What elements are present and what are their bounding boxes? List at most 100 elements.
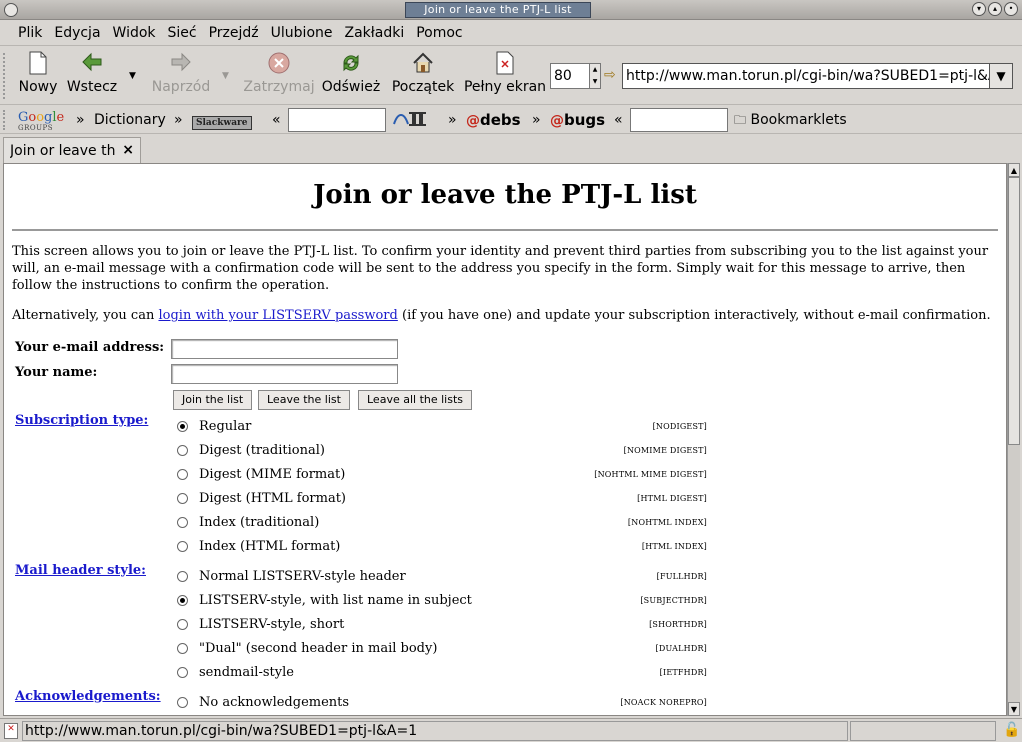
forward-button[interactable]: Naprzód bbox=[148, 51, 214, 101]
maximize-icon[interactable]: ▴ bbox=[988, 2, 1002, 16]
radio-option-code: [NOMIME DIGEST] bbox=[623, 446, 707, 455]
radio-option-code: [SUBJECTHDR] bbox=[640, 596, 707, 605]
vertical-scrollbar[interactable]: ▲ ▼ bbox=[1007, 163, 1020, 716]
radio-button[interactable] bbox=[177, 541, 188, 552]
acknowledgements-link[interactable]: Acknowledgements: bbox=[15, 689, 161, 704]
radio-button[interactable] bbox=[177, 571, 188, 582]
security-lock-icon[interactable]: 🔓 bbox=[1003, 722, 1020, 738]
menu-siec[interactable]: Sieć bbox=[162, 25, 203, 41]
google-groups-bookmark[interactable]: Google GROUPS bbox=[18, 111, 64, 132]
scroll-down-icon[interactable]: ▼ bbox=[1008, 702, 1020, 716]
stop-icon bbox=[266, 51, 292, 77]
home-button[interactable]: Początek bbox=[388, 51, 458, 101]
email-label: Your e-mail address: bbox=[15, 340, 165, 355]
radio-option[interactable]: Digest (HTML format) [HTML DIGEST] bbox=[177, 491, 707, 511]
minimize-icon[interactable]: ▾ bbox=[972, 2, 986, 16]
debs-bookmark[interactable]: @debs bbox=[466, 110, 521, 130]
tab-join-leave[interactable]: Join or leave the PTJ-L list × bbox=[3, 137, 141, 163]
radio-option[interactable]: "Dual" (second header in mail body) [DUAL… bbox=[177, 641, 707, 661]
dictionary-bookmark[interactable]: Dictionary bbox=[94, 110, 166, 130]
bookmark-separator: » bbox=[174, 112, 183, 128]
new-button[interactable]: Nowy bbox=[16, 51, 60, 101]
radio-option-label: "Dual" (second header in mail body) bbox=[199, 641, 438, 656]
bookmarklets-folder[interactable]: 🗀 Bookmarklets bbox=[734, 110, 847, 130]
login-password-link[interactable]: login with your LISTSERV password bbox=[158, 308, 397, 323]
radio-button[interactable] bbox=[177, 643, 188, 654]
radio-option[interactable]: Normal LISTSERV-style header [FULLHDR] bbox=[177, 569, 707, 589]
radio-option[interactable]: Index (HTML format) [HTML INDEX] bbox=[177, 539, 707, 559]
bookmark-search-input-2[interactable] bbox=[630, 108, 728, 132]
slackware-bookmark[interactable]: Slackware bbox=[192, 116, 252, 130]
radio-option-label: Index (traditional) bbox=[199, 515, 320, 530]
reload-label: Odśwież bbox=[321, 79, 381, 95]
url-field[interactable]: http://www.man.torun.pl/cgi-bin/wa?SUBED… bbox=[622, 63, 990, 89]
bugs-bookmark[interactable]: @bugs bbox=[550, 110, 605, 130]
radio-option[interactable]: Index (traditional) [NOHTML INDEX] bbox=[177, 515, 707, 535]
radio-button[interactable] bbox=[177, 595, 188, 606]
window-menu-icon[interactable] bbox=[4, 3, 18, 17]
radio-option[interactable]: sendmail-style [IETFHDR] bbox=[177, 665, 707, 685]
subscription-type-link[interactable]: Subscription type: bbox=[15, 413, 148, 428]
radio-option[interactable]: LISTSERV-style, short [SHORTHDR] bbox=[177, 617, 707, 637]
radio-button[interactable] bbox=[177, 421, 188, 432]
linux-logo-bookmark[interactable] bbox=[392, 110, 436, 130]
toolbar-grip[interactable] bbox=[3, 53, 11, 99]
url-history-dropdown-icon[interactable]: ▼ bbox=[989, 63, 1013, 89]
menu-pomoc[interactable]: Pomoc bbox=[410, 25, 468, 41]
radio-button[interactable] bbox=[177, 697, 188, 708]
radio-option-code: [NOHTML INDEX] bbox=[627, 518, 707, 527]
back-history-dropdown-icon[interactable]: ▼ bbox=[129, 71, 136, 81]
forward-history-dropdown-icon[interactable]: ▼ bbox=[222, 71, 229, 81]
radio-button[interactable] bbox=[177, 517, 188, 528]
fullscreen-button[interactable]: Pełny ekran bbox=[462, 51, 548, 101]
leave-list-button[interactable]: Leave the list bbox=[258, 390, 350, 410]
window-titlebar[interactable]: Join or leave the PTJ-L list ▾ ▴ • bbox=[0, 0, 1022, 20]
back-label: Wstecz bbox=[66, 79, 118, 95]
bookmarks-grip[interactable] bbox=[3, 110, 11, 130]
menu-widok[interactable]: Widok bbox=[107, 25, 162, 41]
radio-button[interactable] bbox=[177, 469, 188, 480]
bookmark-separator: « bbox=[272, 112, 281, 128]
radio-button[interactable] bbox=[177, 493, 188, 504]
radio-option-label: Digest (traditional) bbox=[199, 443, 325, 458]
reload-icon bbox=[338, 51, 364, 77]
scrollbar-thumb[interactable] bbox=[1008, 177, 1020, 445]
linux-logo-icon bbox=[393, 112, 426, 126]
page-content: Join or leave the PTJ-L list This screen… bbox=[3, 163, 1007, 716]
window-title: Join or leave the PTJ-L list bbox=[405, 2, 591, 18]
stop-button[interactable]: Zatrzymaj bbox=[242, 51, 316, 101]
mail-header-style-link[interactable]: Mail header style: bbox=[15, 563, 146, 578]
menu-bar: Plik Edycja Widok Sieć Przejdź Ulubione … bbox=[0, 20, 1022, 46]
home-icon bbox=[410, 51, 436, 77]
radio-button[interactable] bbox=[177, 445, 188, 456]
join-list-button[interactable]: Join the list bbox=[173, 390, 253, 410]
radio-button[interactable] bbox=[177, 619, 188, 630]
radio-option[interactable]: LISTSERV-style, with list name in subjec… bbox=[177, 593, 707, 613]
radio-option-label: No acknowledgements bbox=[199, 695, 350, 710]
radio-option-code: [NODIGEST] bbox=[652, 422, 707, 431]
radio-option[interactable]: Regular [NODIGEST] bbox=[177, 419, 707, 439]
zoom-input[interactable]: 80 bbox=[550, 63, 590, 89]
close-window-icon[interactable]: • bbox=[1004, 2, 1018, 16]
radio-option-label: Normal LISTSERV-style header bbox=[199, 569, 406, 584]
radio-option[interactable]: Digest (traditional) [NOMIME DIGEST] bbox=[177, 443, 707, 463]
menu-ulubione[interactable]: Ulubione bbox=[265, 25, 339, 41]
scroll-up-icon[interactable]: ▲ bbox=[1008, 163, 1020, 177]
radio-button[interactable] bbox=[177, 667, 188, 678]
zoom-stepper[interactable]: ▲ ▼ bbox=[589, 63, 601, 89]
close-tab-icon[interactable]: × bbox=[122, 142, 134, 158]
alternative-paragraph: Alternatively, you can login with your L… bbox=[12, 308, 991, 323]
menu-edycja[interactable]: Edycja bbox=[48, 25, 106, 41]
go-arrow-icon[interactable]: ⇨ bbox=[604, 67, 616, 83]
name-field[interactable] bbox=[171, 364, 398, 384]
menu-przejdz[interactable]: Przejdź bbox=[203, 25, 265, 41]
menu-plik[interactable]: Plik bbox=[12, 25, 48, 41]
radio-option[interactable]: Digest (MIME format) [NOHTML MIME DIGEST] bbox=[177, 467, 707, 487]
radio-option[interactable]: No acknowledgements [NOACK NOREPRO] bbox=[177, 695, 707, 715]
bookmark-search-input[interactable] bbox=[288, 108, 386, 132]
email-field[interactable] bbox=[171, 339, 398, 359]
leave-all-lists-button[interactable]: Leave all the lists bbox=[358, 390, 473, 410]
menu-zakladki[interactable]: Zakładki bbox=[339, 25, 411, 41]
back-button[interactable]: Wstecz bbox=[62, 51, 122, 101]
reload-button[interactable]: Odśwież bbox=[318, 51, 384, 101]
